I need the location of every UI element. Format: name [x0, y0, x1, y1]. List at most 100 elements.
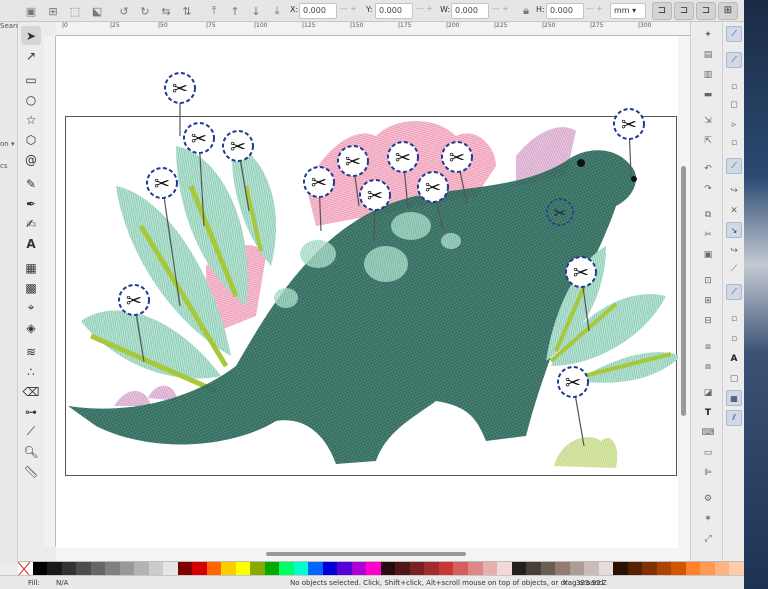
- palette-swatch[interactable]: [729, 562, 744, 576]
- select-all-icon[interactable]: ▣: [22, 2, 40, 20]
- palette-swatch[interactable]: [148, 562, 164, 576]
- palette-swatch[interactable]: [497, 562, 512, 576]
- print-icon[interactable]: ▬: [700, 88, 716, 102]
- snap-midpoint-icon[interactable]: ⟋: [726, 262, 742, 276]
- palette-swatch[interactable]: [105, 562, 120, 576]
- palette-swatch[interactable]: [555, 562, 570, 576]
- palette-swatch[interactable]: [569, 562, 585, 576]
- palette-swatch[interactable]: [453, 562, 468, 576]
- snap-enable-icon[interactable]: ⟋: [726, 26, 742, 42]
- palette-swatch[interactable]: [134, 562, 149, 576]
- xml-editor-icon[interactable]: ⌨: [700, 426, 716, 440]
- snap-center-icon[interactable]: ▫: [726, 312, 742, 326]
- mesh-tool-icon[interactable]: ▩: [21, 278, 41, 297]
- horizontal-scrollbar[interactable]: [56, 548, 690, 561]
- palette-swatch[interactable]: [424, 562, 439, 576]
- pencil-tool-icon[interactable]: ✎: [21, 174, 41, 193]
- deselect-icon[interactable]: ⬚: [66, 2, 84, 20]
- palette-swatch[interactable]: [279, 562, 294, 576]
- touch-select-icon[interactable]: ⬕: [88, 2, 106, 20]
- new-document-icon[interactable]: ✦: [700, 28, 716, 42]
- palette-swatch[interactable]: [47, 562, 62, 576]
- palette-swatch[interactable]: [598, 562, 614, 576]
- palette-swatch[interactable]: [380, 562, 396, 576]
- palette-swatch[interactable]: [511, 562, 527, 576]
- measure-tool-icon[interactable]: ⟋: [21, 422, 41, 441]
- flip-vertical-icon[interactable]: ⇅: [178, 2, 196, 20]
- dropdown-fragment[interactable]: on ▾: [0, 140, 14, 148]
- gradient-tool-icon[interactable]: ▦: [21, 258, 41, 277]
- ruler-tool-icon[interactable]: 📏︎: [21, 462, 41, 481]
- unit-select[interactable]: mm ▾: [610, 3, 646, 19]
- palette-swatch[interactable]: [584, 562, 599, 576]
- node-tool-icon[interactable]: ↗: [21, 46, 41, 65]
- snap-bbox-midpoint-icon[interactable]: ▹: [726, 118, 742, 132]
- fill-stroke-icon[interactable]: ◪: [700, 386, 716, 400]
- text-tool-icon[interactable]: A: [21, 234, 41, 253]
- palette-swatch[interactable]: [627, 562, 643, 576]
- palette-swatch[interactable]: [250, 562, 265, 576]
- w-spinner[interactable]: —+: [492, 4, 511, 13]
- x-input[interactable]: 0.000: [299, 3, 337, 19]
- undo-icon[interactable]: ↶: [700, 162, 716, 176]
- align-icon[interactable]: ⊫: [700, 466, 716, 480]
- palette-swatch[interactable]: [395, 562, 410, 576]
- raise-icon[interactable]: ↑: [226, 2, 244, 20]
- palette-swatch[interactable]: [467, 562, 483, 576]
- snap-cusp-icon[interactable]: ↘: [726, 222, 742, 238]
- flip-horizontal-icon[interactable]: ⇆: [157, 2, 175, 20]
- palette-swatch[interactable]: [409, 562, 425, 576]
- dropper-tool-icon[interactable]: ⌖: [21, 298, 41, 317]
- palette-swatch[interactable]: [337, 562, 352, 576]
- snap-rotation-icon[interactable]: ▫: [726, 332, 742, 346]
- palette-swatch[interactable]: [235, 562, 251, 576]
- export-icon[interactable]: ⇱: [700, 134, 716, 148]
- tweak-tool-icon[interactable]: ≋: [21, 342, 41, 361]
- raise-top-icon[interactable]: ⤒: [205, 2, 223, 20]
- y-input[interactable]: 0.000: [375, 3, 413, 19]
- palette-swatch[interactable]: [119, 562, 135, 576]
- zoom-selection-icon[interactable]: ⊡: [700, 274, 716, 288]
- zoom-tool-icon[interactable]: 🔍︎: [21, 442, 41, 461]
- palette-swatch[interactable]: [540, 562, 556, 576]
- select-all-layers-icon[interactable]: ⊞: [44, 2, 62, 20]
- pen-tool-icon[interactable]: ✒: [21, 194, 41, 213]
- vertical-scrollbar[interactable]: [678, 36, 690, 548]
- snap-others-icon[interactable]: ⟋: [726, 284, 742, 300]
- preferences-icon[interactable]: ⚙: [700, 492, 716, 506]
- lower-icon[interactable]: ↓: [247, 2, 265, 20]
- palette-swatch[interactable]: [714, 562, 730, 576]
- snap-path-icon[interactable]: ↪: [726, 184, 742, 198]
- snap-intersection-icon[interactable]: ✕: [726, 204, 742, 218]
- clone-icon[interactable]: ⧇: [700, 360, 716, 374]
- palette-swatch[interactable]: [351, 562, 367, 576]
- snap-bbox-edge-icon[interactable]: ▫: [726, 80, 742, 94]
- ellipse-tool-icon[interactable]: ○: [21, 90, 41, 109]
- palette-swatch[interactable]: [221, 562, 236, 576]
- h-input[interactable]: 0.000: [546, 3, 584, 19]
- palette-swatch[interactable]: [163, 562, 178, 576]
- paint-bucket-tool-icon[interactable]: ◈: [21, 318, 41, 337]
- palette-swatch[interactable]: [264, 562, 280, 576]
- horizontal-scroll-thumb[interactable]: [266, 552, 466, 556]
- canvas[interactable]: ✂ ✂ ✂ ✂ ✂ ✂ ✂ ✂ ✂ ✂ ✂ ✂ ✂ ✂ ✂: [56, 36, 678, 548]
- palette-swatch[interactable]: [613, 562, 628, 576]
- lower-bottom-icon[interactable]: ⤓: [268, 2, 286, 20]
- palette-swatch[interactable]: [308, 562, 323, 576]
- palette-swatch[interactable]: [685, 562, 701, 576]
- scale-corners-button[interactable]: ⊐: [674, 2, 694, 20]
- connector-tool-icon[interactable]: ⊶: [21, 402, 41, 421]
- palette-swatch[interactable]: [61, 562, 77, 576]
- snap-text-baseline-icon[interactable]: A: [726, 352, 742, 366]
- spray-tool-icon[interactable]: ∴: [21, 362, 41, 381]
- snap-bbox-center-icon[interactable]: ▫: [726, 136, 742, 150]
- palette-swatch[interactable]: [642, 562, 657, 576]
- snap-grid-icon[interactable]: ▦: [726, 390, 742, 406]
- star-tool-icon[interactable]: ☆: [21, 110, 41, 129]
- rectangle-tool-icon[interactable]: ▭: [21, 70, 41, 89]
- scale-stroke-button[interactable]: ⊐: [652, 2, 672, 20]
- objects-icon[interactable]: ▭: [700, 446, 716, 460]
- snap-guide-icon[interactable]: ⫽: [726, 410, 742, 426]
- palette-swatch[interactable]: [366, 562, 381, 576]
- palette-swatch[interactable]: [90, 562, 106, 576]
